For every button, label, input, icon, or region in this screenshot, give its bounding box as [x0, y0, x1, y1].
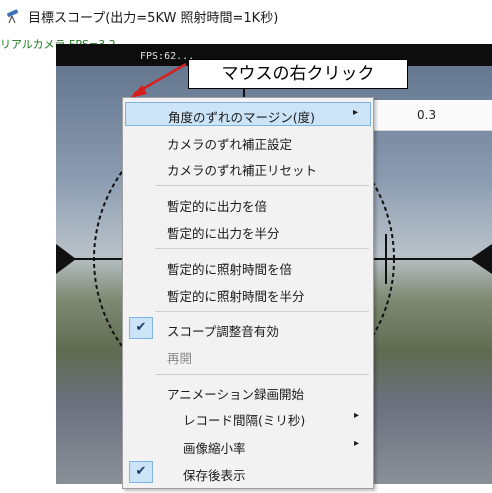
- chevron-right-icon: ▸: [353, 438, 359, 449]
- menu-item-camera-correction-set[interactable]: カメラのずれ補正設定: [125, 130, 371, 154]
- context-menu: 角度のずれのマージン(度) ▸ カメラのずれ補正設定 カメラのずれ補正リセット …: [122, 97, 374, 489]
- menu-item-record-interval[interactable]: レコード間隔(ミリ秒) ▸: [125, 406, 371, 430]
- menu-separator: [155, 248, 369, 249]
- checkmark-icon: ✔: [129, 317, 153, 339]
- chevron-right-icon: ▸: [352, 107, 358, 118]
- right-click-callout: マウスの右クリック: [188, 59, 408, 89]
- menu-item-show-after-save[interactable]: ✔ 保存後表示: [125, 461, 371, 485]
- telescope-icon: [7, 9, 19, 24]
- menu-item-image-scale[interactable]: 画像縮小率 ▸: [125, 434, 371, 458]
- chevron-right-icon: ▸: [353, 410, 359, 421]
- menu-item-start-recording[interactable]: アニメーション録画開始: [125, 380, 371, 404]
- menu-item-half-output[interactable]: 暫定的に出力を半分: [125, 219, 371, 243]
- menu-item-angle-margin[interactable]: 角度のずれのマージン(度) ▸: [125, 102, 371, 126]
- menu-item-scope-sound[interactable]: ✔ スコープ調整音有効: [125, 317, 371, 341]
- menu-separator: [155, 185, 369, 186]
- menu-separator: [155, 311, 369, 312]
- menu-item-double-duration[interactable]: 暫定的に照射時間を倍: [125, 255, 371, 279]
- window-title: 目標スコープ(出力=5KW 照射時間=1K秒): [28, 11, 279, 26]
- margin-value-field[interactable]: 0.3: [372, 100, 492, 131]
- margin-value: 0.3: [417, 108, 437, 122]
- checkmark-icon: ✔: [129, 461, 153, 483]
- menu-item-half-duration[interactable]: 暫定的に照射時間を半分: [125, 282, 371, 306]
- menu-item-resume: 再開: [167, 351, 193, 366]
- menu-item-double-output[interactable]: 暫定的に出力を倍: [125, 192, 371, 216]
- menu-item-camera-correction-reset[interactable]: カメラのずれ補正リセット: [125, 156, 371, 180]
- title-bar: 目標スコープ(出力=5KW 照射時間=1K秒): [0, 0, 492, 34]
- menu-separator: [155, 374, 369, 375]
